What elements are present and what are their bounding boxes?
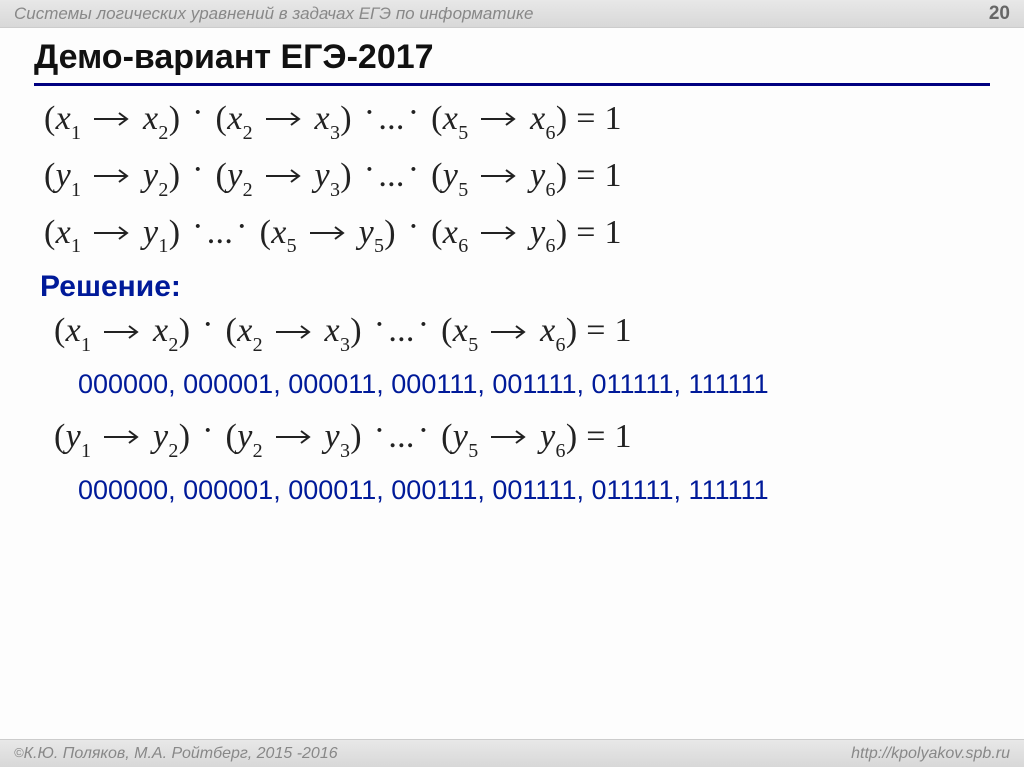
arrow-icon [104,325,140,339]
equation-1: (x1 x2) · (x2 x3) ·...· (x5 x6) = 1 [44,100,990,143]
arrow-icon [481,112,517,126]
arrow-icon [276,325,312,339]
solution-label: Решение: [40,270,990,304]
arrow-icon [104,430,140,444]
footer-authors: ©К.Ю. Поляков, М.А. Ройтберг, 2015 -2016 [14,745,338,763]
arrow-icon [94,226,130,240]
arrow-icon [481,226,517,240]
slide-title: Демо-вариант ЕГЭ-2017 [34,38,990,77]
solution-answers-2: 000000, 000001, 000011, 000111, 001111, … [78,475,990,506]
equation-3: (x1 y1) ·...· (x5 y5) · (x6 y6) = 1 [44,214,990,257]
topic-text: Системы логических уравнений в задачах Е… [14,4,534,24]
arrow-icon [276,430,312,444]
equation-2: (y1 y2) · (y2 y3) ·...· (y5 y6) = 1 [44,157,990,200]
solution-answers-1: 000000, 000001, 000011, 000111, 001111, … [78,369,990,400]
arrow-icon [491,325,527,339]
arrow-icon [94,112,130,126]
footer-bar: ©К.Ю. Поляков, М.А. Ройтберг, 2015 -2016… [0,739,1024,767]
arrow-icon [481,169,517,183]
arrow-icon [266,169,302,183]
arrow-icon [491,430,527,444]
page-number: 20 [989,3,1010,25]
header-bar: Системы логических уравнений в задачах Е… [0,0,1024,28]
title-underline [34,83,990,86]
slide-content: Демо-вариант ЕГЭ-2017 (x1 x2) · (x2 x3) … [0,28,1024,506]
solution-equation-1: (x1 x2) · (x2 x3) ·...· (x5 x6) = 1 [54,312,990,355]
arrow-icon [266,112,302,126]
footer-url: http://kpolyakov.spb.ru [851,745,1010,763]
solution-equation-2: (y1 y2) · (y2 y3) ·...· (y5 y6) = 1 [54,418,990,461]
arrow-icon [310,226,346,240]
arrow-icon [94,169,130,183]
